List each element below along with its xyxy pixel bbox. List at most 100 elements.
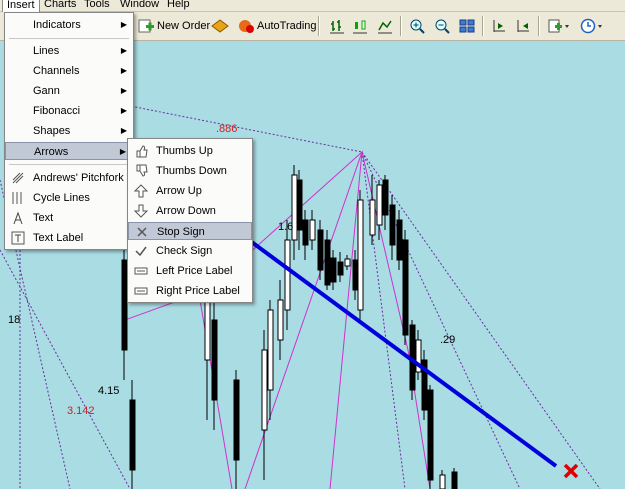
cycle-lines-icon	[11, 191, 25, 205]
menu-item-indicators[interactable]: Indicators ▶	[5, 16, 133, 34]
indicators-add-icon	[548, 19, 569, 33]
menu-window[interactable]: Window	[116, 0, 163, 11]
submenu-arrow-icon: ▶	[120, 106, 127, 115]
new-order-button[interactable]: New Order	[135, 15, 213, 37]
submenu-arrow-icon: ▶	[120, 20, 127, 29]
arrows-submenu: Thumbs Up Thumbs Down Arrow Up Arrow Dow…	[127, 138, 253, 303]
candle-body	[233, 379, 240, 461]
candle-body	[129, 399, 136, 471]
menu-item-label: Channels	[33, 65, 80, 77]
menu-item-left-price-label[interactable]: Left Price Label	[128, 262, 252, 280]
text-label-icon	[11, 231, 25, 245]
diamond-icon	[211, 19, 229, 33]
left-price-label-icon	[134, 264, 148, 278]
line-chart-button[interactable]	[374, 15, 396, 37]
menu-item-check-sign[interactable]: Check Sign	[128, 242, 252, 260]
menu-help[interactable]: Help	[163, 0, 194, 11]
menu-item-label: Fibonacci	[33, 105, 81, 117]
menu-item-label: Stop Sign	[157, 226, 205, 238]
bar-chart-button[interactable]	[326, 15, 348, 37]
candle-body	[402, 239, 409, 336]
menu-item-thumbs-up[interactable]: Thumbs Up	[128, 142, 252, 160]
tile-windows-icon	[459, 19, 475, 33]
menu-item-label: Check Sign	[156, 245, 213, 257]
toolbar-separator	[400, 16, 402, 36]
candle-body	[376, 184, 383, 226]
candle-body	[357, 199, 364, 311]
menu-item-label: Cycle Lines	[33, 192, 90, 204]
candle-body	[451, 471, 458, 489]
line-chart-icon	[378, 20, 392, 34]
menu-item-arrows[interactable]: Arrows ▶	[5, 142, 133, 160]
menu-item-text-label[interactable]: Text Label	[5, 229, 133, 247]
candle-body	[369, 199, 376, 236]
clock-icon	[580, 18, 602, 34]
tile-windows-button[interactable]	[456, 15, 478, 37]
autoscroll-button[interactable]	[512, 15, 534, 37]
candle-body	[204, 299, 211, 361]
menu-item-right-price-label[interactable]: Right Price Label	[128, 282, 252, 300]
toolbar-separator	[482, 16, 484, 36]
candle-body	[324, 239, 331, 286]
menu-item-gann[interactable]: Gann ▶	[5, 82, 133, 100]
pitchfork-icon	[11, 171, 25, 185]
menu-item-label: Arrows	[34, 146, 69, 158]
menu-item-label: Arrow Up	[156, 185, 202, 197]
menu-charts[interactable]: Charts	[40, 0, 80, 11]
menu-item-stop-sign[interactable]: Stop Sign	[128, 222, 252, 240]
menu-tools[interactable]: Tools	[80, 0, 114, 11]
indicators-dropdown-button[interactable]	[545, 15, 573, 37]
menu-item-arrow-down[interactable]: Arrow Down	[128, 202, 252, 220]
submenu-arrow-icon: ▶	[120, 46, 127, 55]
periods-dropdown-button[interactable]	[577, 15, 607, 37]
menu-item-label: Thumbs Down	[156, 165, 227, 177]
candle-body	[396, 219, 403, 261]
menu-item-lines[interactable]: Lines ▶	[5, 42, 133, 60]
menu-item-channels[interactable]: Channels ▶	[5, 62, 133, 80]
candle-body	[211, 319, 218, 401]
candle-body	[284, 239, 291, 311]
autotrading-button[interactable]: AutoTrading	[235, 15, 320, 37]
candlestick-button[interactable]	[349, 15, 371, 37]
zoom-out-button[interactable]	[431, 15, 453, 37]
candle-body	[309, 219, 316, 241]
menu-item-fibonacci[interactable]: Fibonacci ▶	[5, 102, 133, 120]
arrow-down-icon	[134, 204, 148, 218]
menu-separator	[9, 38, 129, 39]
thumbs-up-icon	[134, 144, 148, 158]
text-icon	[11, 211, 25, 225]
candle-body	[344, 258, 351, 267]
thumbs-down-icon	[134, 164, 148, 178]
stop-sign-icon	[135, 225, 149, 239]
toolbar-separator	[318, 16, 320, 36]
menu-insert[interactable]: Insert	[2, 0, 40, 12]
menu-item-andrews-pitchfork[interactable]: Andrews' Pitchfork	[5, 169, 133, 187]
bar-chart-icon	[330, 20, 344, 34]
menu-item-label: Gann	[33, 85, 60, 97]
new-order-label: New Order	[157, 20, 211, 32]
fib-label: 3.142	[67, 405, 95, 417]
arrow-up-icon	[134, 184, 148, 198]
fib-label: 18	[8, 314, 21, 326]
metaeditor-button[interactable]	[208, 15, 232, 37]
autoscroll-icon	[517, 20, 529, 32]
zoom-in-button[interactable]	[406, 15, 428, 37]
menu-item-shapes[interactable]: Shapes ▶	[5, 122, 133, 140]
menu-item-thumbs-down[interactable]: Thumbs Down	[128, 162, 252, 180]
menu-item-cycle-lines[interactable]: Cycle Lines	[5, 189, 133, 207]
fib-label: 4.15	[98, 385, 120, 397]
menu-item-text[interactable]: Text	[5, 209, 133, 227]
menu-item-arrow-up[interactable]: Arrow Up	[128, 182, 252, 200]
submenu-arrow-icon: ▶	[120, 66, 127, 75]
menu-item-label: Thumbs Up	[156, 145, 213, 157]
zoom-out-icon	[435, 19, 450, 34]
new-order-icon	[138, 19, 154, 33]
menu-item-label: Andrews' Pitchfork	[33, 172, 124, 184]
autotrading-label: AutoTrading	[257, 20, 317, 32]
check-sign-icon	[134, 244, 148, 258]
candle-body	[302, 219, 309, 246]
chart-shift-button[interactable]	[488, 15, 510, 37]
menu-item-label: Text Label	[33, 232, 84, 244]
submenu-arrow-icon: ▶	[119, 147, 126, 156]
submenu-arrow-icon: ▶	[120, 86, 127, 95]
